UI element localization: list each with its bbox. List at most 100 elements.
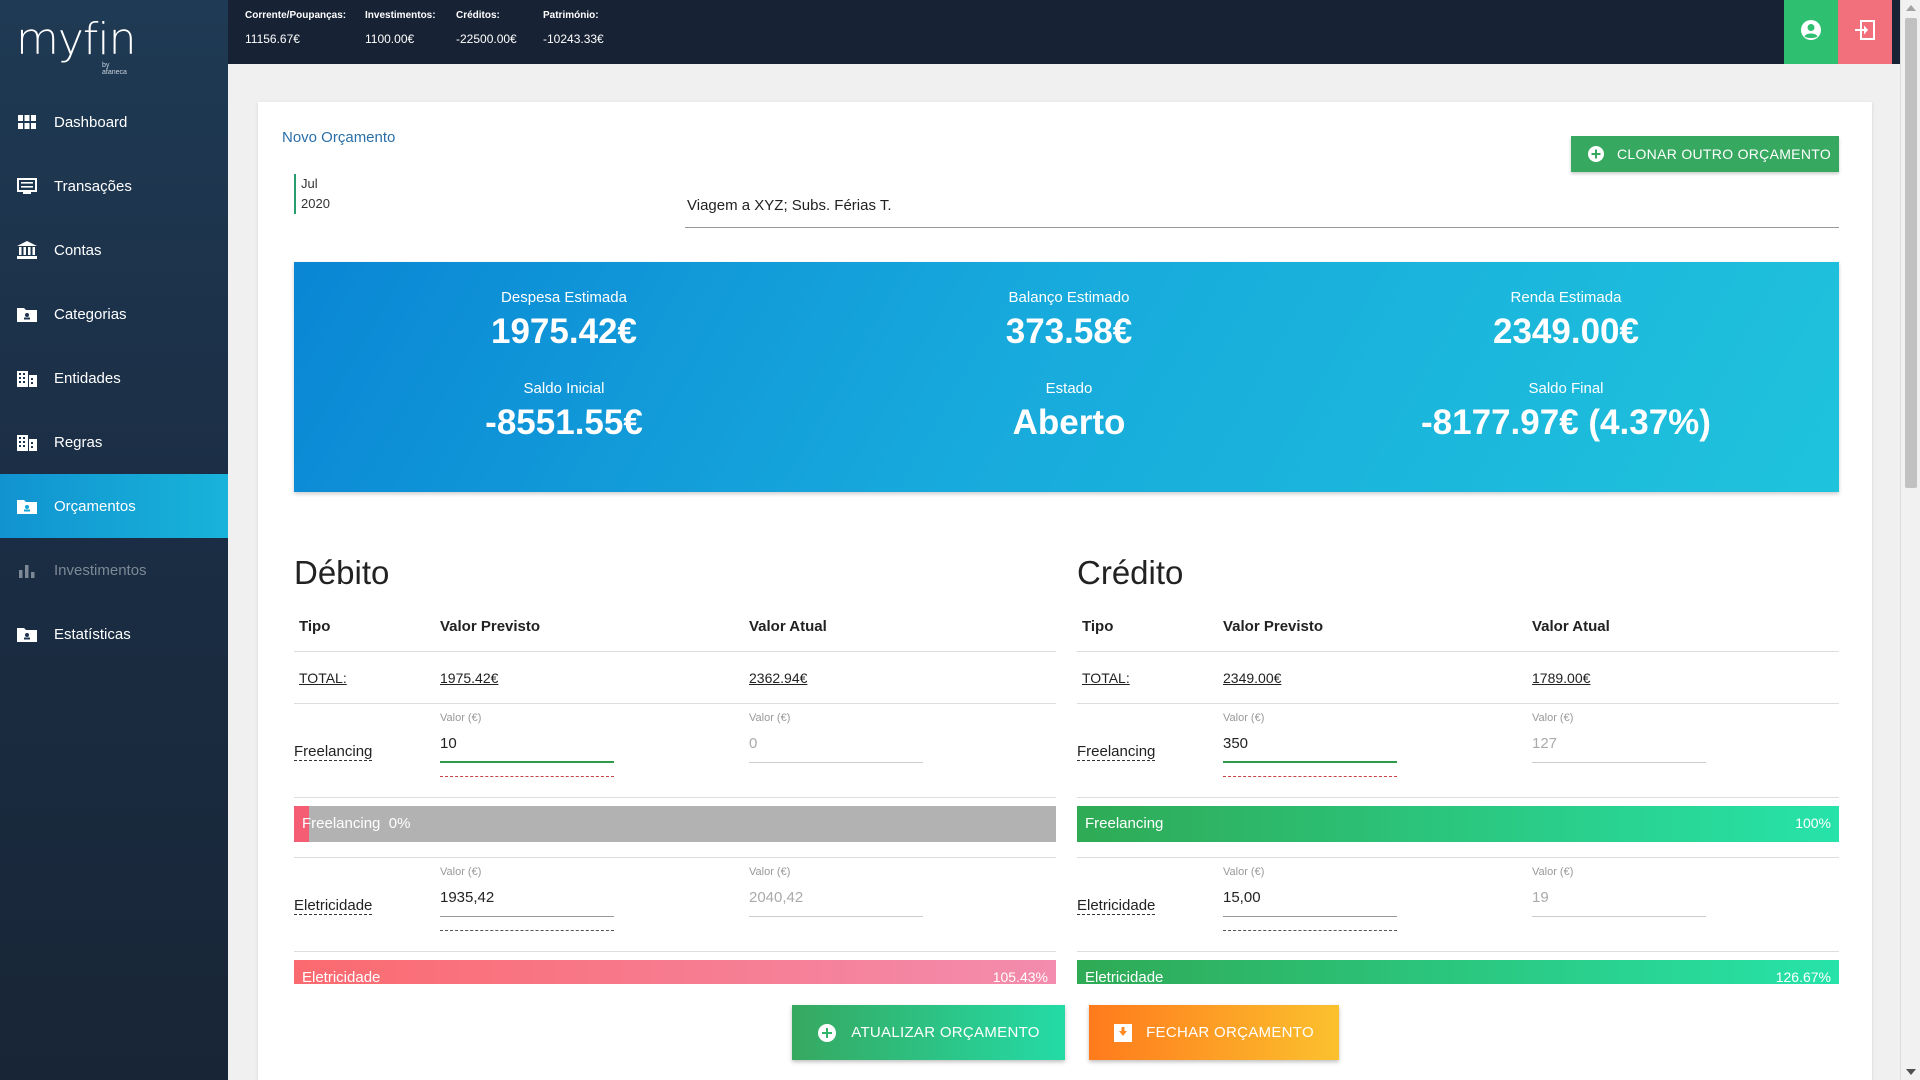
field-caption: Valor (€): [1532, 866, 1574, 878]
stat-label: Créditos:: [456, 10, 500, 21]
category-name[interactable]: Eletricidade: [294, 897, 373, 915]
summary-label: Saldo Inicial: [523, 380, 605, 397]
update-budget-label: ATUALIZAR ORÇAMENTO: [851, 1024, 1040, 1041]
app-logo-tagline: by afaneca: [102, 62, 127, 76]
progress-percent: 105.43%: [992, 969, 1048, 985]
progress-percent: 100%: [1795, 815, 1831, 831]
sidebar-item-label: Transações: [54, 177, 132, 195]
budget-date-picker[interactable]: Jul 2020: [294, 174, 330, 214]
sidebar-item-estatisticas[interactable]: Estatísticas: [0, 602, 228, 666]
total-label: TOTAL:: [299, 670, 347, 686]
app-logo[interactable]: myfin by afaneca: [16, 14, 137, 77]
clone-budget-button[interactable]: CLONAR OUTRO ORÇAMENTO: [1571, 136, 1839, 172]
planned-value-input[interactable]: 10: [440, 724, 614, 763]
sidebar-item-label: Orçamentos: [54, 497, 136, 515]
action-bar: [258, 984, 1872, 1080]
sidebar-item-orcamentos[interactable]: Orçamentos: [0, 474, 228, 538]
app-logo-text: myfin: [16, 14, 137, 65]
stat-value: 11156.67€: [245, 32, 300, 46]
sidebar-item-regras[interactable]: Regras: [0, 410, 228, 474]
sidebar-item-entidades[interactable]: Entidades: [0, 346, 228, 410]
summary-value: 1975.42€: [491, 312, 637, 351]
folder-icon: [16, 625, 38, 643]
sidebar-item-investimentos[interactable]: Investimentos: [0, 538, 228, 602]
current-value-input: 19: [1532, 878, 1706, 917]
sidebar-item-label: Entidades: [54, 369, 121, 387]
sidebar-item-label: Estatísticas: [54, 625, 131, 643]
current-value-input: 127: [1532, 724, 1706, 763]
debit-entry: Freelancing Valor (€) 10 Valor (€) 0: [294, 704, 1056, 798]
stat-patrimonio: Património: -10243.33€: [543, 10, 604, 46]
summary-estado: Estado Aberto: [819, 380, 1319, 443]
bank-icon: [16, 241, 38, 259]
credit-entry: Eletricidade Valor (€) 15,00 Valor (€) 1…: [1077, 858, 1839, 952]
sidebar-item-label: Categorias: [54, 305, 127, 323]
current-value-field: Valor (€) 2040,42: [749, 866, 923, 917]
sidebar: myfin by afaneca Dashboard Transações Co…: [0, 0, 228, 1080]
category-name[interactable]: Freelancing: [1077, 743, 1156, 761]
sidebar-item-categorias[interactable]: Categorias: [0, 282, 228, 346]
summary-renda: Renda Estimada 2349.00€: [1316, 289, 1816, 352]
stat-value: -10243.33€: [543, 32, 604, 46]
plus-circle-icon: [1587, 145, 1605, 163]
field-error-line: [440, 763, 614, 777]
scroll-up-arrow-icon[interactable]: [1906, 5, 1916, 11]
total-previsto: 2349.00€: [1223, 670, 1282, 686]
summary-despesa: Despesa Estimada 1975.42€: [314, 289, 814, 352]
page-title: Novo Orçamento: [282, 129, 396, 146]
col-tipo: Tipo: [299, 618, 331, 635]
planned-value-field[interactable]: Valor (€) 1935,42: [440, 866, 614, 931]
logout-button[interactable]: [1838, 0, 1892, 64]
summary-label: Saldo Final: [1528, 380, 1604, 397]
bar-chart-icon: [16, 561, 38, 579]
credit-table-header: Tipo Valor Previsto Valor Atual: [1077, 602, 1839, 652]
sidebar-item-dashboard[interactable]: Dashboard: [0, 90, 228, 154]
stat-label: Património:: [543, 10, 599, 21]
planned-value-field[interactable]: Valor (€) 10: [440, 712, 614, 777]
scrollbar-thumb[interactable]: [1905, 18, 1917, 488]
planned-value-input[interactable]: 15,00: [1223, 878, 1397, 917]
budget-summary-panel: Despesa Estimada 1975.42€ Balanço Estima…: [294, 262, 1839, 492]
topbar: Corrente/Poupanças: 11156.67€ Investimen…: [228, 0, 1900, 64]
current-value-field: Valor (€) 0: [749, 712, 923, 763]
sidebar-item-label: Regras: [54, 433, 103, 451]
summary-value: -8551.55€: [485, 403, 643, 442]
scroll-down-arrow-icon[interactable]: [1906, 1069, 1916, 1075]
field-caption: Valor (€): [1532, 712, 1574, 724]
category-name[interactable]: Eletricidade: [1077, 897, 1156, 915]
field-error-line: [1223, 763, 1397, 777]
sidebar-item-label: Dashboard: [54, 113, 128, 131]
stat-value: -22500.00€: [456, 32, 517, 46]
planned-value-field[interactable]: Valor (€) 350: [1223, 712, 1397, 777]
summary-label: Renda Estimada: [1510, 289, 1622, 306]
planned-value-field[interactable]: Valor (€) 15,00: [1223, 866, 1397, 931]
debit-table-header: Tipo Valor Previsto Valor Atual: [294, 602, 1056, 652]
building-icon: [16, 433, 38, 451]
sidebar-item-contas[interactable]: Contas: [0, 218, 228, 282]
total-label: TOTAL:: [1082, 670, 1130, 686]
debit-progress-row: Freelancing 0%: [294, 798, 1056, 858]
stat-corrente: Corrente/Poupanças: 11156.67€: [245, 10, 346, 46]
planned-value-input[interactable]: 1935,42: [440, 878, 614, 917]
current-value-input: 0: [749, 724, 923, 763]
planned-value-input[interactable]: 350: [1223, 724, 1397, 763]
grid-icon: [16, 113, 38, 131]
budget-year: 2020: [301, 196, 330, 211]
close-budget-label: FECHAR ORÇAMENTO: [1146, 1024, 1314, 1041]
progress-category: Freelancing: [302, 815, 381, 832]
folder-icon: [16, 305, 38, 323]
progress-percent: 0%: [388, 815, 411, 832]
sidebar-item-transacoes[interactable]: Transações: [0, 154, 228, 218]
budget-description-input[interactable]: Viagem a XYZ; Subs. Férias T.: [685, 192, 1839, 228]
sidebar-nav: Dashboard Transações Contas Categorias E…: [0, 90, 228, 666]
field-caption: Valor (€): [440, 712, 482, 724]
category-name[interactable]: Freelancing: [294, 743, 373, 761]
total-previsto: 1975.42€: [440, 670, 499, 686]
page-scrollbar[interactable]: [1900, 0, 1920, 1080]
building-icon: [16, 369, 38, 387]
update-budget-button[interactable]: ATUALIZAR ORÇAMENTO: [792, 1005, 1065, 1060]
user-profile-button[interactable]: [1784, 0, 1838, 64]
stat-value: 1100.00€: [365, 32, 415, 46]
close-budget-button[interactable]: FECHAR ORÇAMENTO: [1089, 1005, 1339, 1060]
summary-value: 373.58€: [1005, 312, 1133, 351]
